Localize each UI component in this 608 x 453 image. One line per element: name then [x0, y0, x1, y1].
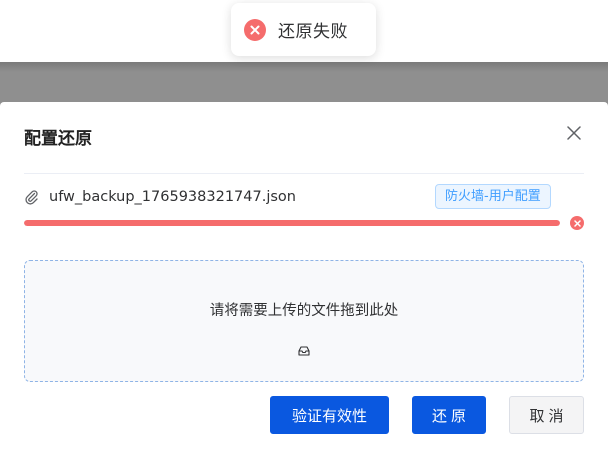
config-type-tag: 防火墙-用户配置 — [435, 184, 551, 209]
close-icon — [566, 125, 582, 145]
error-toast: 还原失败 — [231, 3, 376, 56]
upload-progress-fill — [24, 220, 560, 226]
file-name: ufw_backup_1765938321747.json — [49, 189, 296, 205]
error-status-icon — [570, 216, 584, 230]
inbox-icon — [297, 345, 311, 357]
cancel-button[interactable]: 取消 — [509, 396, 584, 434]
header-divider — [24, 173, 584, 174]
toast-message: 还原失败 — [278, 22, 348, 42]
upload-file-item: ufw_backup_1765938321747.json 防火墙-用户配置 — [24, 184, 560, 210]
upload-dropzone[interactable]: 请将需要上传的文件拖到此处 — [24, 260, 584, 382]
restore-dialog: 配置还原 ufw_backup_1765938321747.json 防火墙-用… — [0, 102, 608, 453]
dialog-title: 配置还原 — [24, 129, 92, 149]
validate-button[interactable]: 验证有效性 — [270, 396, 389, 434]
dropzone-text: 请将需要上传的文件拖到此处 — [209, 303, 399, 319]
close-button[interactable] — [564, 125, 584, 145]
restore-button[interactable]: 还原 — [412, 396, 486, 434]
upload-progress-bar — [24, 220, 560, 226]
error-circle-icon — [244, 18, 266, 41]
paperclip-icon — [24, 189, 40, 205]
